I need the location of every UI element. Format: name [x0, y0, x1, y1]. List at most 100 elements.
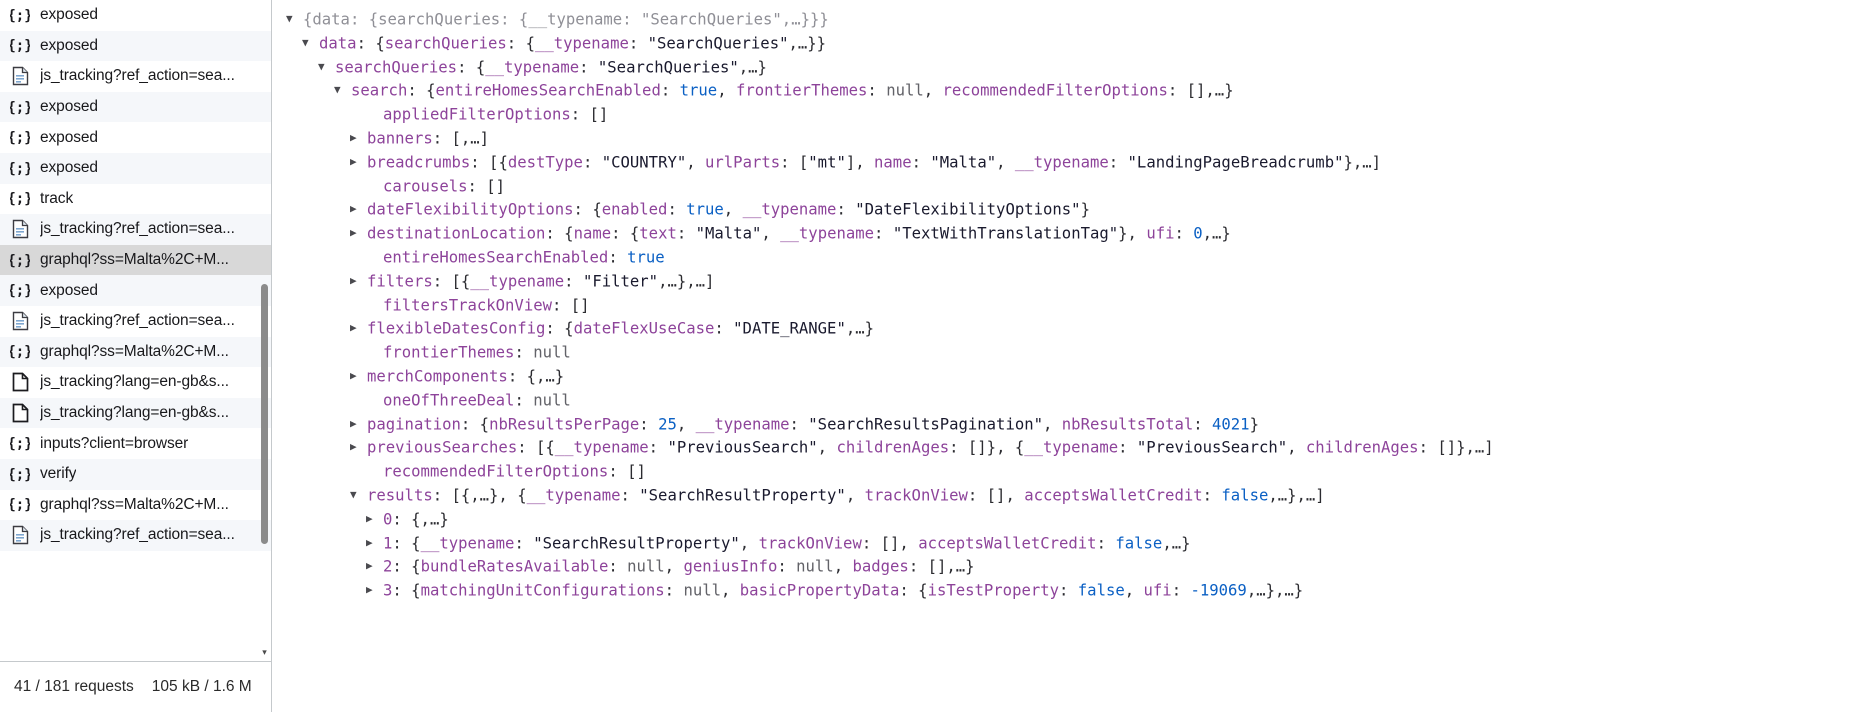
svg-text:{;}: {;}	[10, 191, 30, 207]
json-tree-row[interactable]: ▶ destinationLocation: {name: {text: "Mal…	[272, 222, 1858, 246]
request-row[interactable]: {;} exposed	[0, 152, 271, 184]
json-row-content: appliedFilterOptions: []	[383, 105, 609, 124]
json-row-content: 2: {bundleRatesAvailable: null, geniusIn…	[383, 557, 975, 576]
request-row[interactable]: js_tracking?ref_action=sea...	[0, 305, 271, 337]
json-response-tree[interactable]: ▼ {data: {searchQueries: {__typename: "Se…	[272, 0, 1858, 712]
json-tree-row[interactable]: ▶ dateFlexibilityOptions: {enabled: true,…	[272, 198, 1858, 222]
twisty-collapsed-icon[interactable]: ▶	[350, 198, 367, 221]
json-row-content: destinationLocation: {name: {text: "Malt…	[367, 224, 1231, 243]
json-row-content: dateFlexibilityOptions: {enabled: true, …	[367, 200, 1090, 219]
json-tree-row[interactable]: ▶appliedFilterOptions: []	[272, 103, 1858, 127]
json-icon: {;}	[9, 434, 31, 454]
json-row-content: data: {searchQueries: {__typename: "Sear…	[319, 34, 827, 53]
json-tree-row[interactable]: ▶ pagination: {nbResultsPerPage: 25, __ty…	[272, 413, 1858, 437]
json-icon: {;}	[9, 158, 31, 178]
twisty-collapsed-icon[interactable]: ▶	[350, 413, 367, 436]
json-row-content: frontierThemes: null	[383, 343, 571, 362]
plain-doc-icon	[9, 403, 31, 423]
twisty-collapsed-icon[interactable]: ▶	[366, 555, 383, 578]
request-row[interactable]: {;} exposed	[0, 275, 271, 306]
request-url-label: verify	[40, 465, 77, 483]
request-url-label: js_tracking?lang=en-gb&s...	[40, 373, 230, 391]
twisty-spacer: ▶	[366, 294, 383, 317]
json-tree-row[interactable]: ▶carousels: []	[272, 175, 1858, 199]
json-tree-row[interactable]: ▼ search: {entireHomesSearchEnabled: true…	[272, 79, 1858, 103]
json-icon: {;}	[9, 464, 31, 484]
json-icon: {;}	[9, 36, 31, 56]
json-icon: {;}	[9, 281, 31, 301]
json-row-content: recommendedFilterOptions: []	[383, 462, 646, 481]
document-icon	[9, 66, 31, 86]
request-row[interactable]: js_tracking?lang=en-gb&s...	[0, 367, 271, 398]
twisty-collapsed-icon[interactable]: ▶	[350, 317, 367, 340]
json-tree-row[interactable]: ▶ merchComponents: {,…}	[272, 365, 1858, 389]
scrollbar-thumb[interactable]	[261, 284, 268, 544]
json-tree-row[interactable]: ▶ filters: [{__typename: "Filter",…},…]	[272, 270, 1858, 294]
request-row[interactable]: {;} exposed	[0, 91, 271, 123]
json-tree-row[interactable]: ▼ data: {searchQueries: {__typename: "Sea…	[272, 32, 1858, 56]
json-tree-row[interactable]: ▼ results: [{,…}, {__typename: "SearchRes…	[272, 484, 1858, 508]
request-list[interactable]: {;} exposed {;} exposed js_tracking?ref_acti…	[0, 0, 271, 661]
json-icon: {;}	[9, 189, 31, 209]
request-url-label: js_tracking?ref_action=sea...	[40, 312, 235, 330]
request-row[interactable]: {;} inputs?client=browser	[0, 428, 271, 459]
json-tree-row[interactable]: ▶ 1: {__typename: "SearchResultProperty",…	[272, 532, 1858, 556]
svg-text:{;}: {;}	[10, 436, 30, 452]
json-icon: {;}	[9, 342, 31, 362]
json-tree-row[interactable]: ▶ flexibleDatesConfig: {dateFlexUseCase: …	[272, 317, 1858, 341]
json-row-content: 1: {__typename: "SearchResultProperty", …	[383, 533, 1191, 552]
request-row[interactable]: {;} exposed	[0, 30, 271, 62]
request-row[interactable]: {;} exposed	[0, 0, 271, 31]
twisty-collapsed-icon[interactable]: ▶	[350, 270, 367, 293]
json-tree-row[interactable]: ▶ previousSearches: [{__typename: "Previo…	[272, 436, 1858, 460]
json-tree-row[interactable]: ▶ 3: {matchingUnitConfigurations: null, b…	[272, 579, 1858, 603]
request-url-label: exposed	[40, 98, 98, 116]
json-tree-row[interactable]: ▶oneOfThreeDeal: null	[272, 389, 1858, 413]
request-url-label: exposed	[40, 281, 98, 299]
twisty-collapsed-icon[interactable]: ▶	[350, 222, 367, 245]
twisty-expanded-icon[interactable]: ▼	[302, 32, 319, 55]
request-list-scrollbar[interactable]: ▾	[259, 0, 270, 661]
request-row[interactable]: {;} exposed	[0, 122, 271, 153]
request-row[interactable]: js_tracking?ref_action=sea...	[0, 61, 271, 92]
request-row[interactable]: js_tracking?ref_action=sea...	[0, 520, 271, 551]
twisty-collapsed-icon[interactable]: ▶	[366, 532, 383, 555]
request-row[interactable]: js_tracking?lang=en-gb&s...	[0, 397, 271, 429]
twisty-spacer: ▶	[366, 175, 383, 198]
json-tree-row[interactable]: ▶recommendedFilterOptions: []	[272, 460, 1858, 484]
request-row[interactable]: {;} graphql?ss=Malta%2C+M...	[0, 489, 271, 521]
twisty-expanded-icon[interactable]: ▼	[318, 56, 335, 79]
json-tree-row[interactable]: ▼ searchQueries: {__typename: "SearchQuer…	[272, 56, 1858, 80]
json-tree-row[interactable]: ▶frontierThemes: null	[272, 341, 1858, 365]
request-row[interactable]: {;} graphql?ss=Malta%2C+M...	[0, 336, 271, 368]
twisty-collapsed-icon[interactable]: ▶	[366, 579, 383, 602]
request-url-label: graphql?ss=Malta%2C+M...	[40, 251, 229, 269]
json-tree-row[interactable]: ▶ banners: [,…]	[272, 127, 1858, 151]
network-request-sidebar: {;} exposed {;} exposed js_tracking?ref_acti…	[0, 0, 272, 712]
twisty-collapsed-icon[interactable]: ▶	[366, 508, 383, 531]
json-row-content: banners: [,…]	[367, 129, 490, 148]
twisty-collapsed-icon[interactable]: ▶	[350, 151, 367, 174]
twisty-collapsed-icon[interactable]: ▶	[350, 436, 367, 459]
twisty-expanded-icon[interactable]: ▼	[286, 8, 303, 31]
json-tree-row[interactable]: ▶filtersTrackOnView: []	[272, 294, 1858, 318]
twisty-expanded-icon[interactable]: ▼	[334, 79, 351, 102]
twisty-collapsed-icon[interactable]: ▶	[350, 365, 367, 388]
document-icon	[9, 311, 31, 331]
json-tree-row[interactable]: ▶ 0: {,…}	[272, 508, 1858, 532]
json-icon: {;}	[9, 97, 31, 117]
json-icon: {;}	[9, 128, 31, 148]
json-tree-row[interactable]: ▶ breadcrumbs: [{destType: "COUNTRY", url…	[272, 151, 1858, 175]
json-tree-row[interactable]: ▶ 2: {bundleRatesAvailable: null, geniusI…	[272, 555, 1858, 579]
twisty-expanded-icon[interactable]: ▼	[350, 484, 367, 507]
request-row[interactable]: {;} graphql?ss=Malta%2C+M...	[0, 244, 271, 276]
request-row[interactable]: {;} verify	[0, 458, 271, 490]
svg-text:{;}: {;}	[10, 497, 30, 513]
json-tree-row[interactable]: ▼ {data: {searchQueries: {__typename: "Se…	[272, 8, 1858, 32]
json-tree-row[interactable]: ▶entireHomesSearchEnabled: true	[272, 246, 1858, 270]
json-row-content: carousels: []	[383, 176, 506, 195]
request-row[interactable]: js_tracking?ref_action=sea...	[0, 214, 271, 245]
request-row[interactable]: {;} track	[0, 183, 271, 215]
twisty-collapsed-icon[interactable]: ▶	[350, 127, 367, 150]
scroll-down-arrow-icon[interactable]: ▾	[260, 648, 269, 657]
